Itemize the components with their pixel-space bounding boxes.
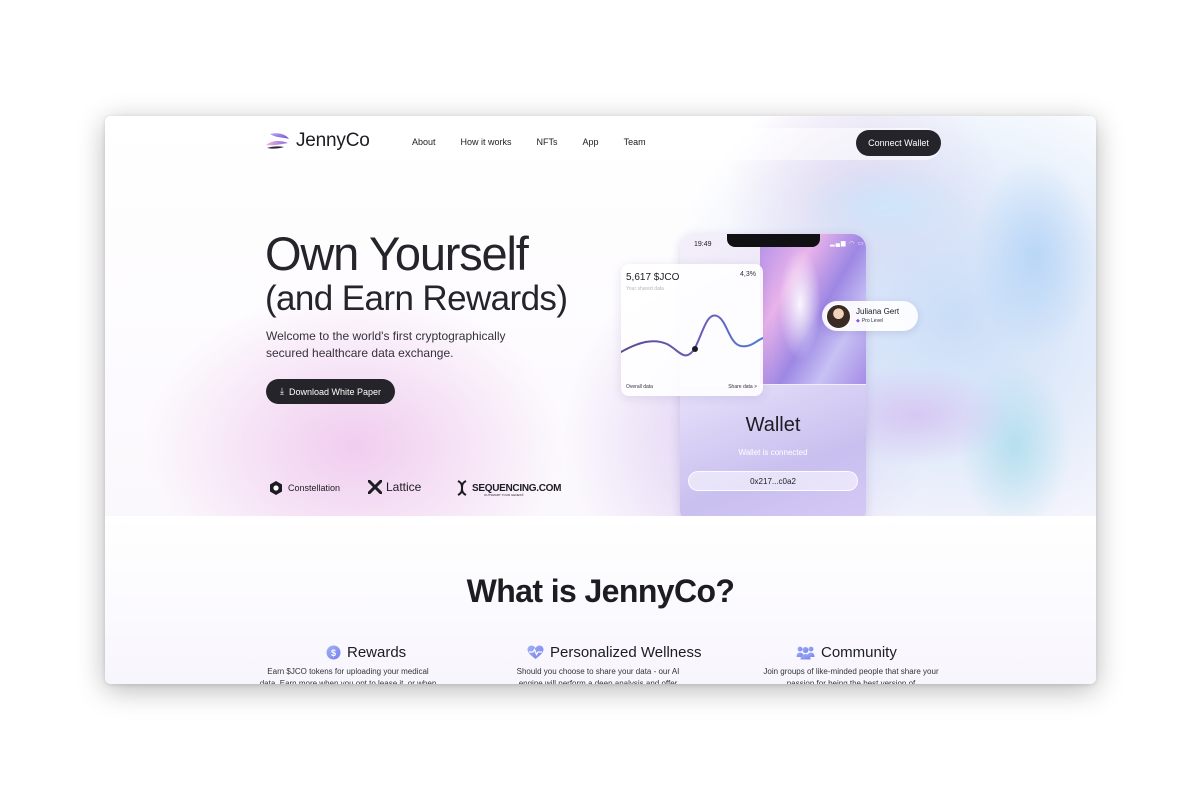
partner-sequencing: SEQUENCING.COM OUTSMART YOUR GENES® xyxy=(456,480,562,497)
feature-rewards-desc: Earn $JCO tokens for uploading your medi… xyxy=(259,667,437,684)
lattice-icon xyxy=(368,480,382,494)
connect-wallet-button[interactable]: Connect Wallet xyxy=(856,130,941,156)
profile-level-label: Pro Level xyxy=(861,318,883,324)
sequencing-label: SEQUENCING.COM xyxy=(472,482,562,494)
feature-rewards-title: $ Rewards xyxy=(326,644,406,661)
nav-link-nfts[interactable]: NFTs xyxy=(537,137,558,147)
overall-data-label: Overall data xyxy=(626,384,653,390)
phone-notch xyxy=(727,234,820,247)
feature-rewards-label: Rewards xyxy=(347,644,407,661)
phone-status-icons: ▂▄▆ ◠ ▭ xyxy=(830,241,865,247)
hero-title-line2: (and Earn Rewards) xyxy=(265,279,568,318)
download-button-label: Download White Paper xyxy=(288,386,382,397)
nav-link-app[interactable]: App xyxy=(583,137,599,147)
feature-wellness-title: Personalized Wellness xyxy=(527,644,701,661)
feature-community-label: Community xyxy=(821,644,897,661)
heart-pulse-icon xyxy=(527,645,544,660)
avatar xyxy=(826,304,851,329)
people-icon xyxy=(796,645,815,660)
feature-community-desc: Join groups of like-minded people that s… xyxy=(763,667,939,684)
partner-lattice: Lattice xyxy=(368,480,421,494)
wallet-address-field[interactable]: 0x217...c0a2 xyxy=(688,471,858,491)
sequencing-tagline: OUTSMART YOUR GENES® xyxy=(484,493,524,497)
constellation-label: Constellation xyxy=(288,483,341,493)
profile-name: Juliana Gert xyxy=(856,307,900,316)
nav-links: About How it works NFTs App Team xyxy=(412,137,671,147)
browser-frame: JennyCo About How it works NFTs App Team… xyxy=(105,116,1096,684)
download-icon: ⤓ xyxy=(279,386,284,396)
profile-level: ◆ Pro Level xyxy=(856,318,883,324)
dna-icon xyxy=(456,480,468,496)
brand-name: JennyCo xyxy=(296,130,370,151)
feature-wellness-label: Personalized Wellness xyxy=(550,644,702,661)
section-title: What is JennyCo? xyxy=(466,573,735,609)
svg-text:$: $ xyxy=(331,648,336,658)
phone-time: 19:49 xyxy=(694,241,712,248)
wallet-title: Wallet xyxy=(745,414,801,436)
feature-community-title: Community xyxy=(796,644,897,661)
card-subtitle: Your shared data xyxy=(626,286,664,292)
partner-constellation: Constellation xyxy=(268,480,340,496)
nav-link-how-it-works[interactable]: How it works xyxy=(461,137,512,147)
wallet-status: Wallet is connected xyxy=(738,448,808,457)
token-chart-card: 5,617 $JCO 4,3% Your shared data Overall… xyxy=(621,264,763,396)
profile-pill[interactable]: Juliana Gert ◆ Pro Level xyxy=(822,301,918,331)
token-change: 4,3% xyxy=(740,271,756,278)
download-white-paper-button[interactable]: ⤓ Download White Paper xyxy=(266,379,395,404)
dollar-coin-icon: $ xyxy=(326,645,341,660)
nav-link-about[interactable]: About xyxy=(412,137,436,147)
constellation-icon xyxy=(268,480,284,496)
token-chart xyxy=(621,314,763,357)
nav-link-team[interactable]: Team xyxy=(624,137,646,147)
chart-point-marker xyxy=(692,346,698,352)
jennyco-logo-icon xyxy=(264,130,292,152)
hero-subtitle: Welcome to the world's first cryptograph… xyxy=(266,329,506,360)
hero-section: JennyCo About How it works NFTs App Team… xyxy=(105,116,1096,516)
lattice-label: Lattice xyxy=(386,480,422,494)
diamond-icon: ◆ xyxy=(856,318,860,324)
token-amount: 5,617 $JCO xyxy=(626,272,680,283)
feature-wellness-desc: Should you choose to share your data - o… xyxy=(516,667,680,684)
share-data-link[interactable]: Share data > xyxy=(728,384,757,390)
hero-title: Own Yourself xyxy=(265,227,529,280)
brand-logo[interactable]: JennyCo xyxy=(264,130,370,152)
